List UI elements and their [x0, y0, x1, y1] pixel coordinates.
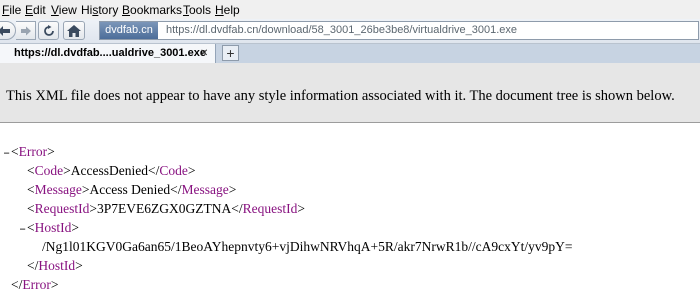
- xml-requestid-element: <RequestId>3P7EVE6ZGX0GZTNA</RequestId>: [27, 201, 305, 216]
- back-arrow-icon: [0, 25, 10, 36]
- xml-hostid-value: /Ng1l01KGV0Ga6an65/1BeoAYhepnvty6+vjDihw…: [42, 239, 573, 254]
- xml-hostid-close: </HostId>: [27, 258, 83, 273]
- menu-bookmarks[interactable]: Bookmarks: [122, 3, 182, 17]
- xml-message-element: <Message>Access Denied</Message>: [27, 182, 237, 197]
- xml-error-close: </Error>: [11, 277, 59, 292]
- site-identity-badge[interactable]: dvdfab.cn: [100, 22, 158, 39]
- xml-info-banner: This XML file does not appear to have an…: [0, 63, 700, 123]
- menu-view[interactable]: View: [51, 3, 77, 17]
- xml-hostid-open: <HostId>: [27, 220, 79, 235]
- collapse-toggle-error[interactable]: –: [3, 146, 10, 160]
- menu-bar: File Edit View History Bookmarks Tools H…: [0, 0, 700, 19]
- collapse-toggle-hostid[interactable]: –: [19, 222, 26, 236]
- home-icon: [67, 24, 81, 37]
- tab-current[interactable]: https://dl.dvdfab....ualdrive_3001.exe ✕: [0, 44, 216, 63]
- address-bar[interactable]: dvdfab.cn https://dl.dvdfab.cn/download/…: [99, 21, 699, 40]
- url-text[interactable]: https://dl.dvdfab.cn/download/58_3001_26…: [166, 24, 517, 36]
- reload-icon: [43, 24, 54, 36]
- banner-text: This XML file does not appear to have an…: [6, 88, 675, 104]
- menu-help[interactable]: Help: [215, 3, 240, 17]
- reload-button[interactable]: [38, 21, 59, 40]
- xml-error-open: <Error>: [11, 144, 55, 159]
- xml-code-element: <Code>AccessDenied</Code>: [27, 163, 196, 178]
- forward-button[interactable]: [16, 21, 36, 40]
- tab-bar: https://dl.dvdfab....ualdrive_3001.exe ✕…: [0, 44, 700, 64]
- forward-arrow-icon: [20, 26, 31, 35]
- menu-history[interactable]: History: [81, 3, 118, 17]
- tab-close-icon[interactable]: ✕: [200, 48, 208, 59]
- back-button[interactable]: [0, 21, 16, 40]
- xml-code-value: AccessDenied: [70, 163, 148, 178]
- menu-file[interactable]: File: [2, 3, 21, 17]
- tab-label: https://dl.dvdfab....ualdrive_3001.exe: [14, 47, 206, 59]
- navigation-toolbar: dvdfab.cn https://dl.dvdfab.cn/download/…: [0, 19, 700, 44]
- new-tab-button[interactable]: +: [222, 45, 239, 61]
- menu-edit[interactable]: Edit: [25, 3, 46, 17]
- menu-tools[interactable]: Tools: [183, 3, 211, 17]
- xml-requestid-value: 3P7EVE6ZGX0GZTNA: [97, 201, 232, 216]
- xml-message-value: Access Denied: [89, 182, 171, 197]
- home-button[interactable]: [63, 21, 85, 40]
